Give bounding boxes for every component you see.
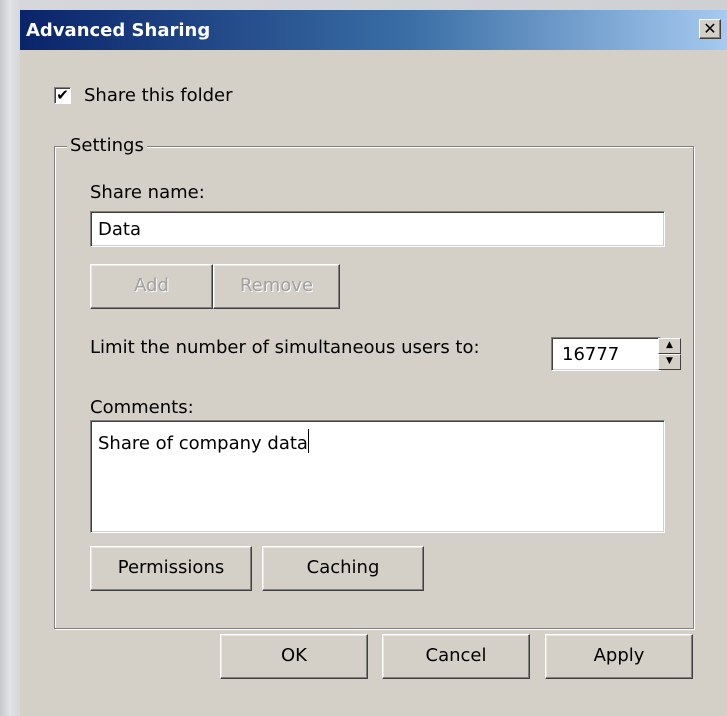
ok-button-label: OK xyxy=(281,645,307,666)
close-icon: ✕ xyxy=(703,19,717,38)
ok-button[interactable]: OK xyxy=(220,634,368,679)
spin-up-icon[interactable]: ▲ xyxy=(658,338,681,354)
remove-button: Remove xyxy=(213,264,340,309)
add-button: Add xyxy=(90,264,213,309)
text-caret xyxy=(307,429,309,453)
comments-textarea[interactable]: Share of company data xyxy=(90,420,665,533)
limit-users-spinner[interactable]: ▲ ▼ xyxy=(658,338,681,370)
permissions-button-label: Permissions xyxy=(117,557,225,578)
share-name-value: Data xyxy=(98,219,141,240)
window-title: Advanced Sharing xyxy=(26,20,211,41)
checkmark-icon: ✔ xyxy=(56,86,69,104)
settings-group-label: Settings xyxy=(67,135,147,156)
comments-label: Comments: xyxy=(90,397,194,418)
share-folder-checkbox[interactable]: ✔ xyxy=(54,87,71,104)
limit-users-input[interactable]: 16777 xyxy=(551,337,661,371)
close-button[interactable]: ✕ xyxy=(699,19,721,39)
limit-users-value: 16777 xyxy=(562,344,620,365)
limit-users-label: Limit the number of simultaneous users t… xyxy=(90,337,480,358)
title-bar[interactable]: Advanced Sharing ✕ xyxy=(20,10,727,50)
caching-button-label: Caching xyxy=(306,557,380,578)
cancel-button[interactable]: Cancel xyxy=(382,634,530,679)
advanced-sharing-dialog: Advanced Sharing ✕ ✔ Share this folder S… xyxy=(20,10,727,716)
apply-button[interactable]: Apply xyxy=(545,634,693,679)
cancel-button-label: Cancel xyxy=(425,645,487,666)
add-button-label: Add xyxy=(134,275,169,296)
share-name-input[interactable]: Data xyxy=(90,211,665,247)
spin-down-icon[interactable]: ▼ xyxy=(658,354,681,370)
apply-button-label: Apply xyxy=(593,645,645,666)
remove-button-label: Remove xyxy=(239,275,314,296)
caching-button[interactable]: Caching xyxy=(262,546,424,591)
comments-value: Share of company data xyxy=(98,433,308,454)
share-name-label: Share name: xyxy=(90,182,205,203)
permissions-button[interactable]: Permissions xyxy=(90,546,252,591)
share-folder-label[interactable]: Share this folder xyxy=(84,85,232,106)
